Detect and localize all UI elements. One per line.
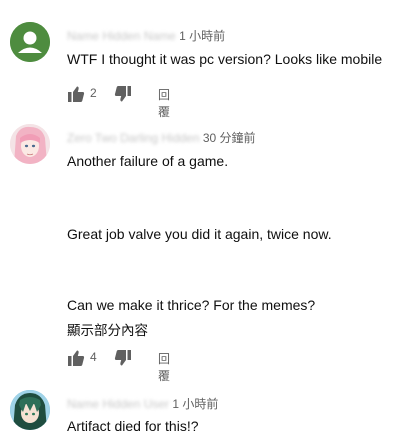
comment-meta: Name Hidden Name 1 小時前: [67, 27, 225, 44]
comment-meta: Zero Two Darling Hidden 30 分鐘前: [67, 129, 256, 146]
like-count: 4: [90, 350, 97, 364]
comment-text: Artifact died for this!?: [67, 418, 199, 434]
avatar[interactable]: [10, 390, 50, 430]
default-user-icon: [10, 22, 50, 62]
like-count: 2: [90, 86, 97, 100]
timestamp[interactable]: 30 分鐘前: [203, 131, 256, 145]
read-more-link[interactable]: 顯示部分內容: [67, 319, 148, 339]
thumbs-up-icon[interactable]: [67, 85, 85, 103]
thumbs-down-icon[interactable]: [114, 85, 132, 103]
reply-button[interactable]: 回覆: [158, 86, 170, 120]
anime-avatar-icon: [10, 390, 50, 430]
timestamp[interactable]: 1 小時前: [179, 29, 225, 43]
thumbs-down-icon[interactable]: [114, 349, 132, 367]
comment-meta: Name Hidden User 1 小時前: [67, 395, 218, 412]
avatar[interactable]: [10, 22, 50, 62]
comment-text-line: Can we make it thrice? For the memes?: [67, 297, 316, 313]
author-name[interactable]: Zero Two Darling Hidden: [67, 131, 200, 145]
avatar[interactable]: [10, 124, 50, 164]
author-name[interactable]: Name Hidden Name: [67, 29, 176, 43]
author-name[interactable]: Name Hidden User: [67, 397, 169, 411]
comment-text: WTF I thought it was pc version? Looks l…: [67, 51, 383, 67]
thumbs-up-icon[interactable]: [67, 349, 85, 367]
anime-avatar-icon: [10, 124, 50, 164]
comment-text-line: Great job valve you did it again, twice …: [67, 226, 332, 242]
timestamp[interactable]: 1 小時前: [172, 397, 218, 411]
comment-text-line: Another failure of a game.: [67, 153, 229, 169]
reply-button[interactable]: 回覆: [158, 350, 170, 384]
